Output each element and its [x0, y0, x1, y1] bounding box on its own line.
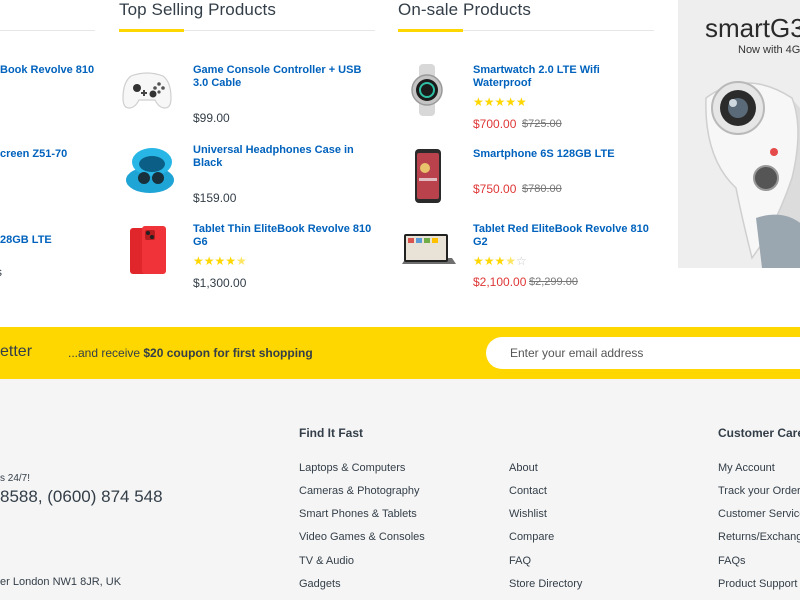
footer-link-games[interactable]: Video Games & Consoles	[299, 531, 425, 543]
360-camera-icon	[705, 81, 800, 268]
on-sale-item-2-title[interactable]: Smartphone 6S 128GB LTE	[473, 148, 615, 161]
find-it-fast-heading: Find It Fast	[299, 426, 363, 440]
footer-link-product-support[interactable]: Product Support	[718, 578, 798, 590]
smartwatch-icon[interactable]	[408, 64, 446, 116]
left-product-price-fragment: s	[0, 265, 2, 279]
headphones-case-icon[interactable]	[122, 144, 178, 196]
tablet-icon[interactable]	[398, 232, 460, 268]
on-sale-item-3-price: $2,100.00	[473, 275, 527, 289]
customer-care-heading: Customer Care	[718, 426, 800, 440]
footer: s 24/7! 8588, (0600) 874 548 er London N…	[0, 379, 800, 600]
top-selling-item-2-price: $159.00	[193, 191, 237, 205]
top-selling-heading: Top Selling Products	[119, 0, 276, 19]
footer-link-tv-audio[interactable]: TV & Audio	[299, 555, 354, 567]
promo-title: smartG3	[705, 13, 800, 43]
newsletter-title: etter	[0, 343, 33, 360]
store-address: er London NW1 8JR, UK	[0, 576, 122, 588]
footer-link-gadgets[interactable]: Gadgets	[299, 578, 341, 590]
on-sale-item-1-title[interactable]: Smartwatch 2.0 LTE Wifi Waterproof	[473, 64, 600, 90]
rating-stars: ★★★★★	[473, 95, 527, 109]
footer-link-contact[interactable]: Contact	[509, 485, 547, 497]
top-selling-item-3-price: $1,300.00	[193, 276, 247, 290]
on-sale-item-3-old-price: $2,299.00	[529, 276, 578, 288]
left-product-title-1[interactable]: Book Revolve 810	[0, 64, 94, 77]
on-sale-item-3-title[interactable]: Tablet Red EliteBook Revolve 810 G2	[473, 223, 649, 249]
footer-link-cameras[interactable]: Cameras & Photography	[299, 485, 419, 497]
footer-link-store-directory[interactable]: Store Directory	[509, 578, 582, 590]
footer-link-customer-service[interactable]: Customer Service	[718, 508, 800, 520]
newsletter-text: ...and receive $20 coupon for first shop…	[68, 346, 313, 360]
game-controller-icon[interactable]	[121, 68, 173, 112]
support-hours: s 24/7!	[0, 473, 31, 484]
support-phone: 8588, (0600) 874 548	[0, 487, 163, 506]
on-sale-item-1-old-price: $725.00	[522, 118, 562, 130]
newsletter-bar: etter ...and receive $20 coupon for firs…	[0, 327, 800, 379]
on-sale-heading: On-sale Products	[398, 0, 531, 19]
footer-link-about[interactable]: About	[509, 462, 538, 474]
on-sale-item-2-old-price: $780.00	[522, 183, 562, 195]
footer-link-faqs[interactable]: FAQs	[718, 555, 746, 567]
rating-stars: ★★★★★	[193, 254, 247, 268]
footer-link-compare[interactable]: Compare	[509, 531, 554, 543]
red-phone-icon[interactable]	[128, 224, 172, 278]
smartphone-icon[interactable]	[414, 148, 442, 204]
footer-link-laptops[interactable]: Laptops & Computers	[299, 462, 405, 474]
footer-link-track-order[interactable]: Track your Order	[718, 485, 800, 497]
top-selling-item-3-title[interactable]: Tablet Thin EliteBook Revolve 810 G6	[193, 223, 371, 249]
footer-link-faq[interactable]: FAQ	[509, 555, 531, 567]
footer-link-wishlist[interactable]: Wishlist	[509, 508, 547, 520]
newsletter-email-input[interactable]	[486, 337, 800, 369]
top-selling-item-1-title[interactable]: Game Console Controller + USB 3.0 Cable	[193, 64, 361, 90]
top-selling-item-1-price: $99.00	[193, 111, 230, 125]
footer-link-returns[interactable]: Returns/Exchange	[718, 531, 800, 543]
top-selling-accent	[119, 29, 184, 32]
footer-link-my-account[interactable]: My Account	[718, 462, 775, 474]
footer-link-phones[interactable]: Smart Phones & Tablets	[299, 508, 417, 520]
on-sale-item-1-price: $700.00	[473, 117, 517, 131]
rating-stars: ★★★★☆	[473, 254, 527, 268]
on-sale-item-2-price: $750.00	[473, 182, 517, 196]
top-selling-item-2-title[interactable]: Universal Headphones Case in Black	[193, 144, 354, 170]
left-column-rule	[0, 30, 95, 31]
promo-subtitle: Now with 4G	[738, 44, 800, 56]
on-sale-accent	[398, 29, 463, 32]
left-product-title-2[interactable]: creen Z51-70	[0, 148, 67, 161]
promo-banner[interactable]: smartG3 Now with 4G	[678, 0, 800, 268]
left-product-title-3[interactable]: 28GB LTE	[0, 234, 52, 247]
